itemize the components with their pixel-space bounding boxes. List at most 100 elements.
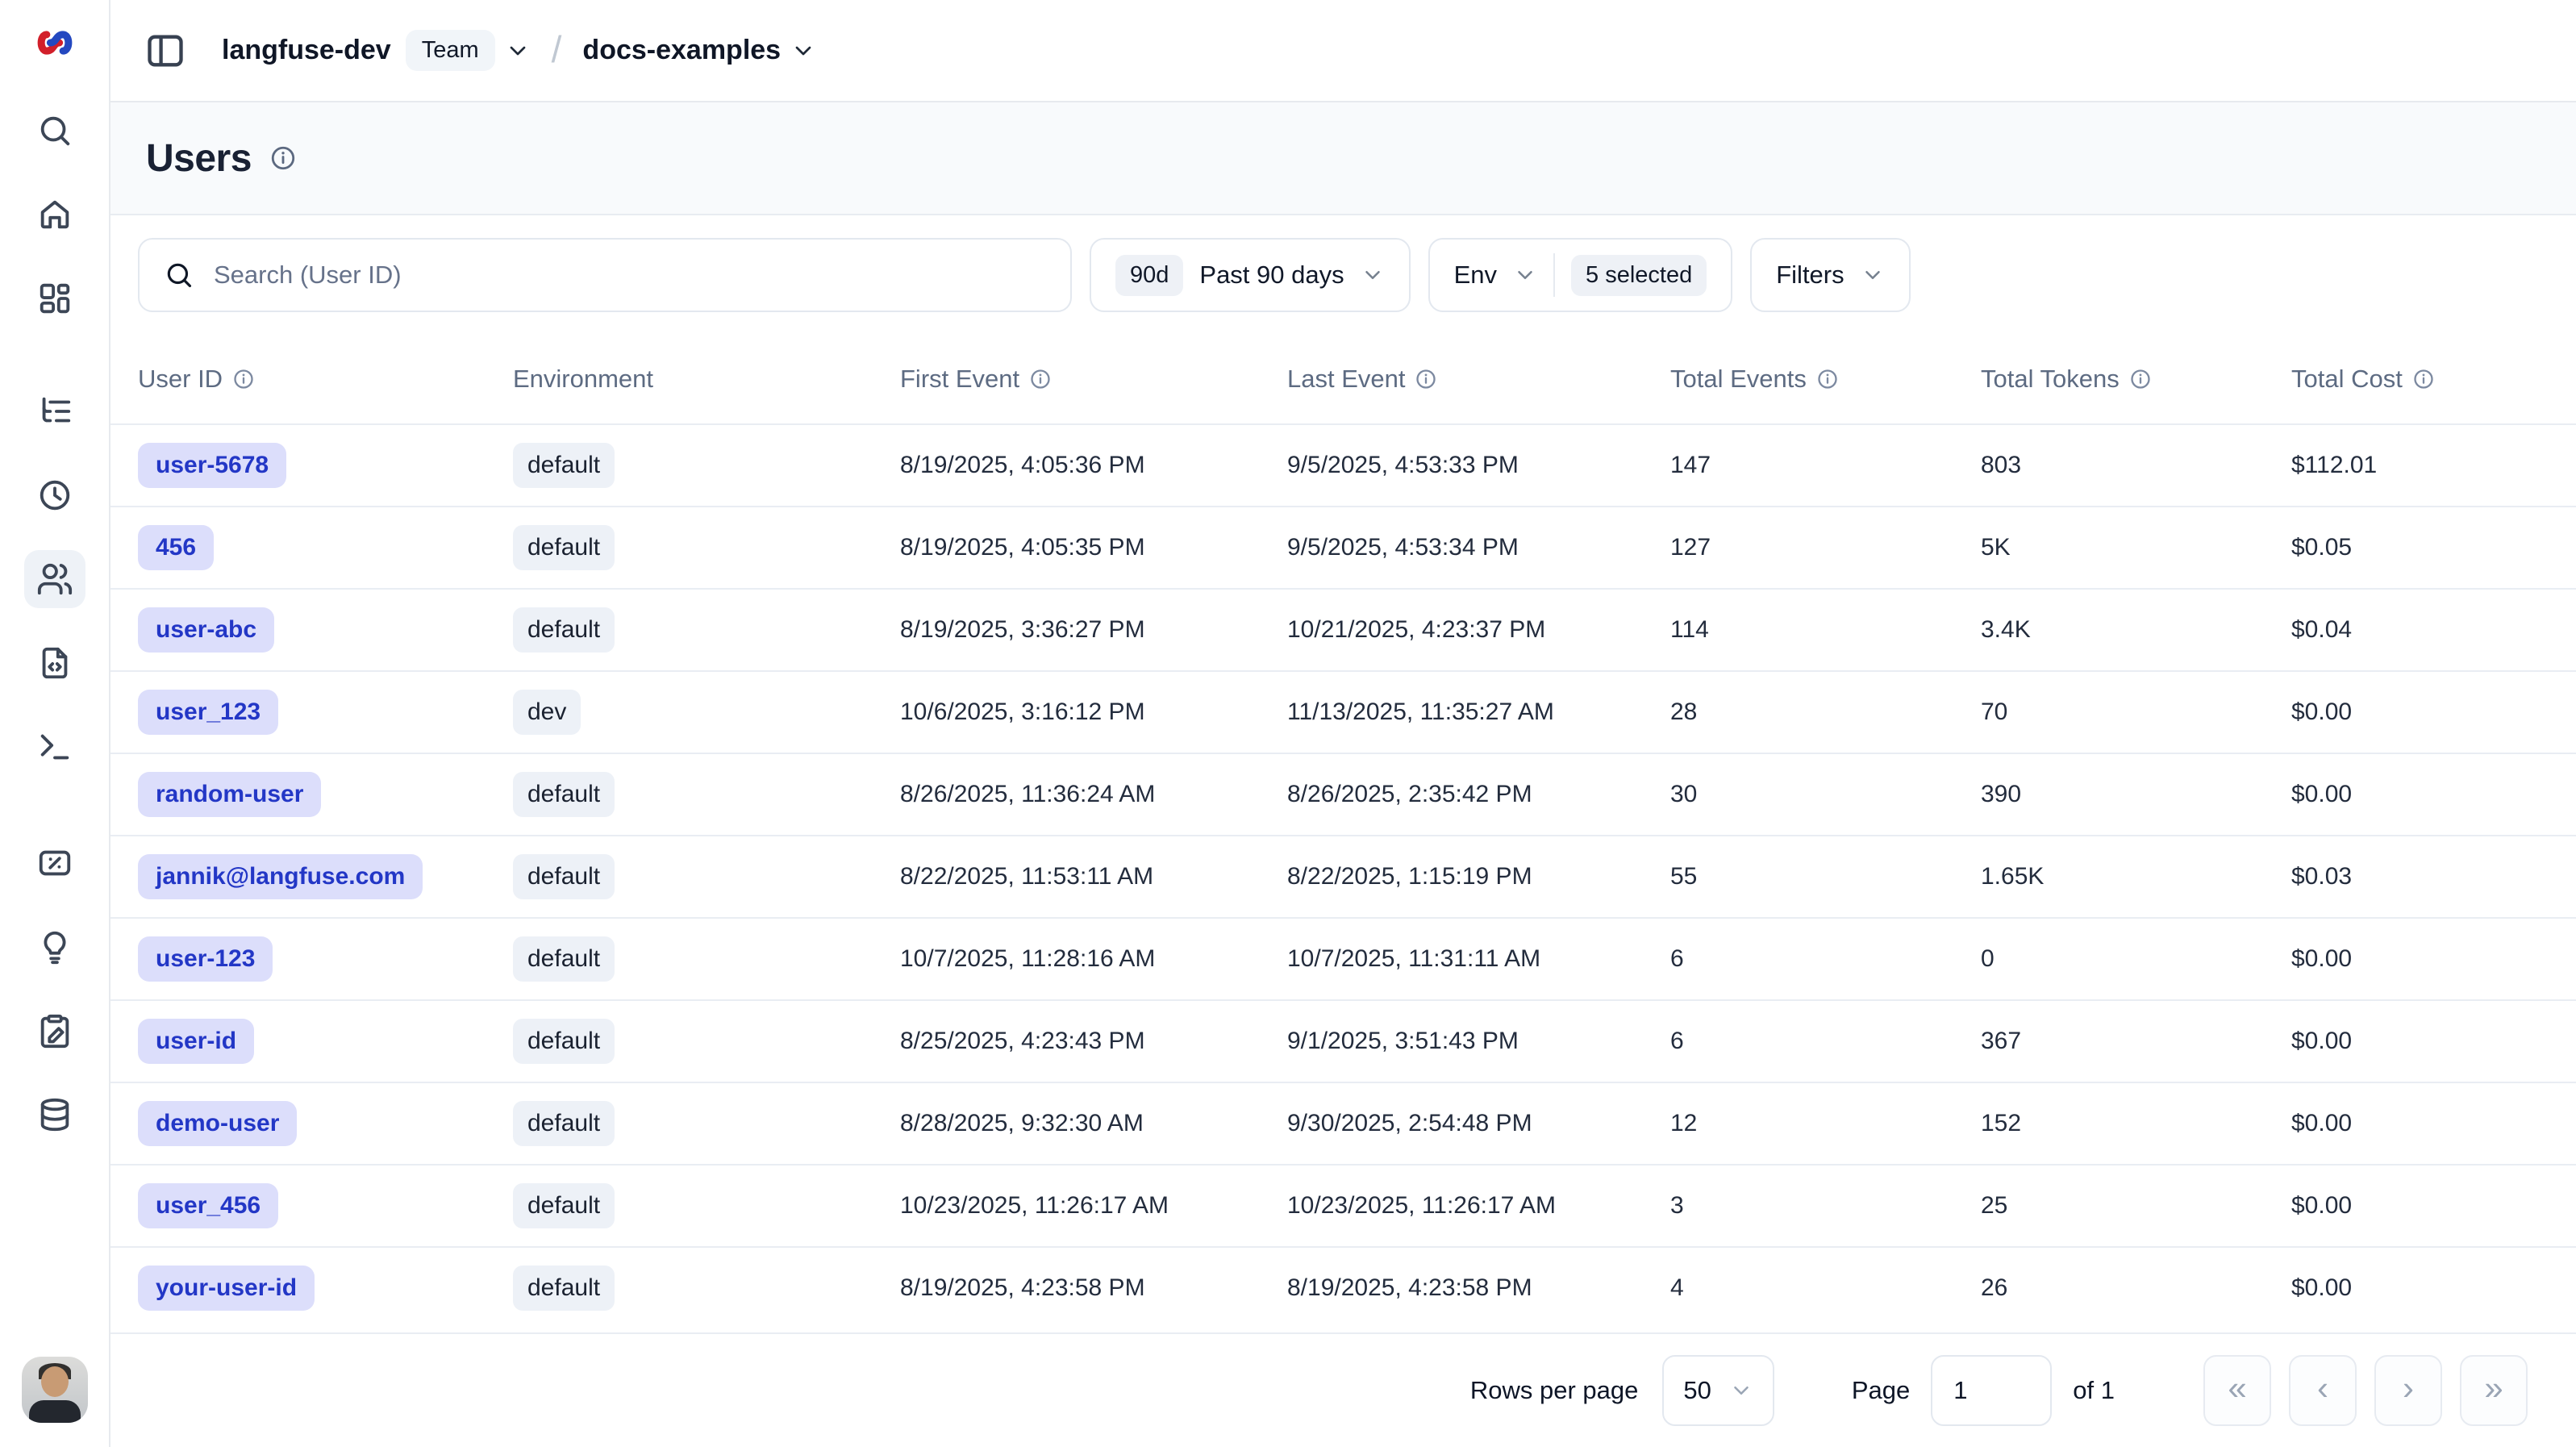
content-area: 90d Past 90 days Env 5 selected Filters … [110,215,2576,1447]
sidebar-item-users[interactable] [24,550,85,608]
user-id-badge[interactable]: user_456 [138,1183,278,1228]
column-label: Total Events [1670,365,1807,394]
last-page-button[interactable]: » [2460,1355,2528,1426]
sidebar-group-observability [24,382,85,776]
total-events-cell: 30 [1670,781,1981,808]
sidebar-item-evals[interactable] [24,918,85,976]
sidebar-item-scores[interactable] [24,834,85,892]
total-cost-cell: $112.01 [2291,452,2549,479]
app-window: langfuse-dev Team / docs-examples Users … [0,0,2576,1447]
user-avatar[interactable] [22,1357,88,1423]
sidebar-item-sessions[interactable] [24,466,85,524]
table-row[interactable]: user-id default 8/25/2025, 4:23:43 PM 9/… [110,999,2576,1082]
date-range-chevron-down-icon [1361,263,1385,287]
user-id-badge[interactable]: user-123 [138,936,273,982]
user-id-badge[interactable]: your-user-id [138,1266,315,1311]
table-column-header[interactable]: Environment [513,365,900,394]
table-row[interactable]: random-user default 8/26/2025, 11:36:24 … [110,753,2576,835]
environment-badge: default [513,772,615,817]
column-info-icon[interactable] [2129,368,2152,390]
column-info-icon[interactable] [1816,368,1839,390]
page-number-input[interactable] [1931,1355,2052,1426]
page-header: Users [110,102,2576,215]
project-switcher-chevron-down-icon[interactable] [790,38,816,64]
column-info-icon[interactable] [1415,368,1437,390]
last-event-cell: 11/13/2025, 11:35:27 AM [1287,698,1670,726]
page-title-info-icon[interactable] [269,144,297,172]
user-id-badge[interactable]: demo-user [138,1101,297,1146]
column-info-icon[interactable] [232,368,255,390]
filters-chevron-down-icon [1861,263,1885,287]
main-area: langfuse-dev Team / docs-examples Users … [110,0,2576,1447]
user-id-badge[interactable]: random-user [138,772,321,817]
org-switcher-chevron-down-icon[interactable] [505,38,531,64]
total-tokens-cell: 1.65K [1981,863,2291,890]
search-box[interactable] [138,238,1072,312]
previous-page-button[interactable]: ‹ [2289,1355,2357,1426]
breadcrumb-project[interactable]: docs-examples [582,35,781,66]
first-page-button[interactable]: « [2203,1355,2271,1426]
total-events-cell: 4 [1670,1274,1981,1302]
table-column-header[interactable]: Total Cost [2291,365,2549,394]
date-range-button[interactable]: 90d Past 90 days [1090,238,1411,312]
column-info-icon[interactable] [1029,368,1052,390]
table-row[interactable]: your-user-id default 8/19/2025, 4:23:58 … [110,1246,2576,1328]
sidebar-item-prompts[interactable] [24,634,85,692]
table-column-header[interactable]: Total Events [1670,365,1981,394]
search-input[interactable] [214,261,1046,290]
total-tokens-cell: 3.4K [1981,616,2291,644]
environment-badge: default [513,1019,615,1064]
environment-filter-label: Env [1454,261,1497,290]
sidebar-item-playground[interactable] [24,718,85,776]
total-cost-cell: $0.04 [2291,616,2549,644]
sidebar-item-annotation[interactable] [24,1002,85,1060]
table-row[interactable]: 456 default 8/19/2025, 4:05:35 PM 9/5/20… [110,506,2576,588]
breadcrumb-org[interactable]: langfuse-dev [222,35,391,66]
sidebar-item-dashboards[interactable] [24,269,85,327]
column-label: Total Tokens [1981,365,2120,394]
table-row[interactable]: user-5678 default 8/19/2025, 4:05:36 PM … [110,423,2576,506]
first-event-cell: 10/7/2025, 11:28:16 AM [900,945,1287,973]
total-events-cell: 127 [1670,534,1981,561]
table-column-header[interactable]: First Event [900,365,1287,394]
sidebar-item-tracing[interactable] [24,382,85,440]
user-id-badge[interactable]: user-id [138,1019,254,1064]
total-tokens-cell: 803 [1981,452,2291,479]
table-row[interactable]: user-123 default 10/7/2025, 11:28:16 AM … [110,917,2576,999]
total-cost-cell: $0.03 [2291,863,2549,890]
rows-per-page-value: 50 [1683,1376,1711,1405]
sidebar-toggle-icon[interactable] [144,30,186,72]
next-page-button[interactable]: › [2374,1355,2442,1426]
user-id-badge[interactable]: 456 [138,525,214,570]
table-row[interactable]: demo-user default 8/28/2025, 9:32:30 AM … [110,1082,2576,1164]
table-row[interactable]: user-abc default 8/19/2025, 3:36:27 PM 1… [110,588,2576,670]
user-id-badge[interactable]: user-5678 [138,443,286,488]
first-event-cell: 8/19/2025, 3:36:27 PM [900,616,1287,644]
table-column-header[interactable]: Total Tokens [1981,365,2291,394]
environment-badge: default [513,854,615,899]
filters-button[interactable]: Filters [1750,238,1910,312]
column-label: Total Cost [2291,365,2403,394]
table-row[interactable]: user_456 default 10/23/2025, 11:26:17 AM… [110,1164,2576,1246]
table-column-header[interactable]: User ID [138,365,513,394]
column-info-icon[interactable] [2412,368,2435,390]
sidebar-item-search[interactable] [24,102,85,160]
table-row[interactable]: user_123 dev 10/6/2025, 3:16:12 PM 11/13… [110,670,2576,753]
column-label: First Event [900,365,1019,394]
rows-per-page-select[interactable]: 50 [1662,1355,1774,1426]
environment-filter-divider [1553,253,1555,297]
first-event-cell: 8/25/2025, 4:23:43 PM [900,1028,1287,1055]
total-cost-cell: $0.00 [2291,698,2549,726]
sidebar-item-home[interactable] [24,186,85,244]
user-id-badge[interactable]: jannik@langfuse.com [138,854,423,899]
environment-filter-button[interactable]: Env 5 selected [1428,238,1733,312]
table-column-header[interactable]: Last Event [1287,365,1670,394]
sidebar-item-datasets[interactable] [24,1086,85,1144]
langfuse-logo-icon[interactable] [31,21,79,65]
user-id-badge[interactable]: user-abc [138,607,274,653]
first-event-cell: 8/26/2025, 11:36:24 AM [900,781,1287,808]
table-row[interactable]: jannik@langfuse.com default 8/22/2025, 1… [110,835,2576,917]
total-cost-cell: $0.00 [2291,1274,2549,1302]
user-id-badge[interactable]: user_123 [138,690,278,735]
total-tokens-cell: 367 [1981,1028,2291,1055]
